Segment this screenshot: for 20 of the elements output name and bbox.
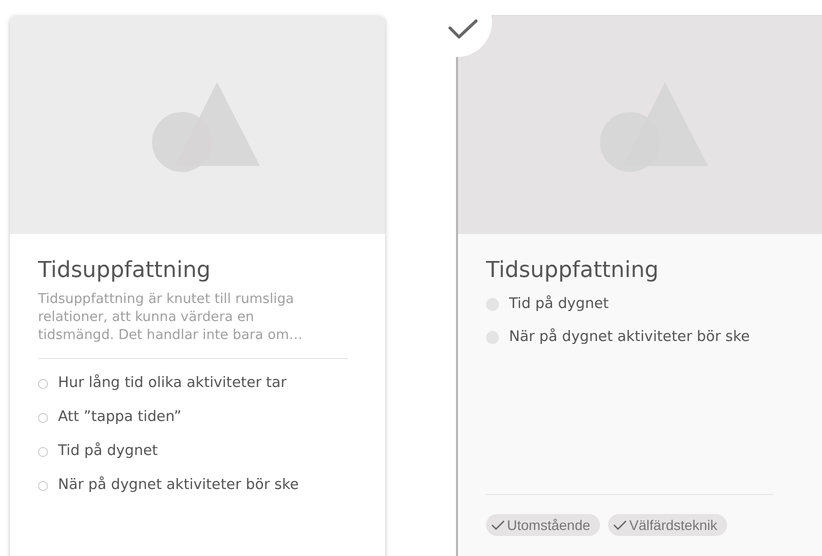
list-item: Tid på dygnet	[509, 294, 609, 314]
list-item: När på dygnet aktiviteter bör ske	[509, 327, 750, 347]
card-description: Tidsuppfattning är knutet till rumsliga relationer, att kunna värdera en tidsmängd. Det handlar inte bara om…	[38, 290, 304, 344]
list-item: Hur lång tid olika aktiviteter tar	[58, 373, 287, 393]
check-icon	[613, 520, 628, 530]
list-item: Tid på dygnet	[58, 441, 158, 461]
card-title: Tidsuppfattning	[38, 258, 212, 283]
card-title: Tidsuppfattning	[486, 258, 660, 283]
list-item: Att ”tappa tiden”	[58, 408, 182, 427]
tag[interactable]: Välfärdsteknik	[608, 514, 728, 536]
check-icon	[448, 19, 478, 39]
list-item: När på dygnet aktiviteter bör ske	[58, 475, 299, 495]
bullet-icon	[38, 379, 48, 389]
bullet-icon	[38, 481, 48, 491]
tag[interactable]: Utomstående	[486, 514, 600, 536]
bullet-icon	[38, 413, 48, 423]
check-icon	[491, 520, 505, 530]
bullet-icon	[38, 447, 48, 457]
card[interactable]: Tidsuppfattning Tid på dygnet När på dygnet aktiviteter bör ske Utomstående Välfärdsteknik	[456, 15, 822, 556]
card[interactable]	[10, 16, 385, 556]
